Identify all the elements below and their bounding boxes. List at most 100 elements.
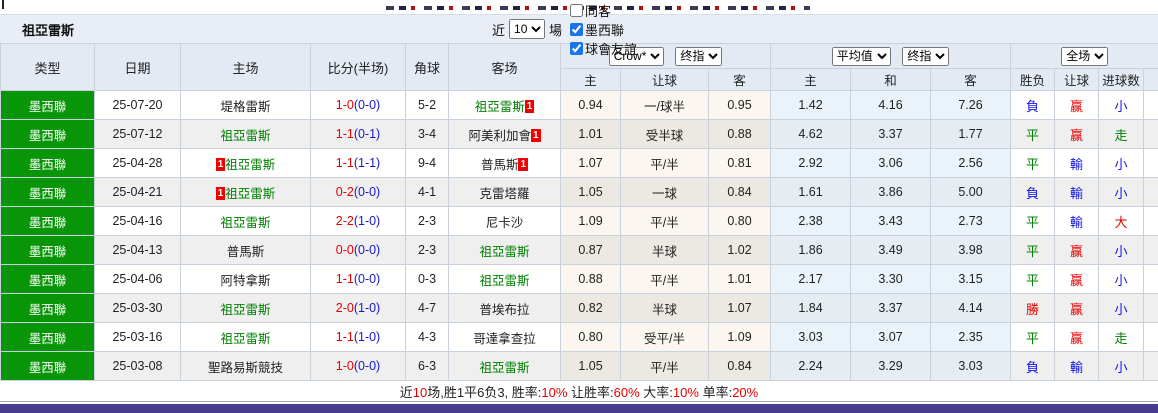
match-date: 25-04-13 [94,235,181,265]
league-badge[interactable]: 墨西聯 [0,322,95,352]
home-team[interactable]: 祖亞雷斯 [180,206,311,236]
result-goals: 小 [1098,90,1145,120]
handicap-away-odds: 0.81 [708,148,771,178]
score-cell: 1-1(1-0) [310,322,406,352]
home-team[interactable]: 堤格雷斯 [180,90,311,120]
recent-count-select[interactable]: 10 [509,19,546,39]
result-goals: 小 [1098,235,1145,265]
home-team[interactable]: 聖路易斯競技 [180,351,311,381]
handicap-home-odds: 0.82 [560,293,621,323]
home-team[interactable]: 祖亞雷斯 [180,119,311,149]
final-odds-select[interactable]: 终指 [675,46,723,66]
result-handicap: 赢 [1054,235,1100,265]
fulltime-score: 1-1 [335,156,354,170]
halftime-score: (1-1) [353,156,381,170]
away-team[interactable]: 克雷塔羅 [448,177,561,207]
filter-checkbox-label-0[interactable]: 同客 [562,1,637,20]
fulltime-score: 1-1 [335,330,354,344]
avg-draw-odds: 3.07 [850,322,931,352]
footer-stat-segment: 场,胜1平6负3, 胜率: [427,384,542,400]
halftime-score: (1-0) [353,330,381,344]
team-header-bar: 祖亞雷斯 近 10 場 同客 墨西聯 球會友誼 [0,3,1158,57]
result-wdl: 平 [1010,206,1056,236]
result-goals: 小 [1098,351,1145,381]
cut-column [1143,293,1158,323]
score-cell: 2-2(1-0) [310,206,406,236]
footer-stat-segment: 让胜率: [567,384,614,400]
footer-stat-segment: 单率: [698,384,733,400]
away-team[interactable]: 阿美利加會 1 [448,119,561,149]
match-date: 25-04-06 [94,264,181,294]
result-wdl: 勝 [1010,293,1056,323]
avg-draw-odds: 3.37 [850,293,931,323]
col-header-score: 比分(半场) [310,43,406,91]
league-badge[interactable]: 墨西聯 [0,177,95,207]
handicap-line: 一球 [620,177,709,207]
final-odds-select-2[interactable]: 终指 [902,46,950,66]
filter-checkbox-label-2[interactable]: 球會友誼 [562,39,637,58]
league-badge[interactable]: 墨西聯 [0,293,95,323]
home-team[interactable]: 1 祖亞雷斯 [180,177,311,207]
league-badge[interactable]: 墨西聯 [0,351,95,381]
halftime-score: (0-0) [353,185,381,199]
match-row: 墨西聯 25-03-30 祖亞雷斯 2-0(1-0) 4-7 普埃布拉 0.82 半球 1.07… [0,293,1158,323]
result-goals: 小 [1098,177,1145,207]
avg-home-odds: 2.38 [770,206,851,236]
cut-column [1143,119,1158,149]
league-badge[interactable]: 墨西聯 [0,90,95,120]
match-date: 25-07-20 [94,90,181,120]
home-team[interactable]: 普馬斯 [180,235,311,265]
home-team[interactable]: 1 祖亞雷斯 [180,148,311,178]
league-badge[interactable]: 墨西聯 [0,119,95,149]
away-team[interactable]: 尼卡沙 [448,206,561,236]
home-team[interactable]: 祖亞雷斯 [180,293,311,323]
result-goals: 小 [1098,293,1145,323]
footer-stat-segment: 大率: [639,384,673,400]
home-team[interactable]: 祖亞雷斯 [180,322,311,352]
avg-home-odds: 1.42 [770,90,851,120]
away-team[interactable]: 哥達拿查拉 [448,322,561,352]
filter-checkbox-1[interactable] [570,22,584,36]
result-goals: 走 [1098,119,1145,149]
filter-checkbox-0[interactable] [570,3,584,17]
fulltime-select-cell: 全场 [1010,43,1158,69]
cut-column [1143,90,1158,120]
away-team[interactable]: 祖亞雷斯 [448,235,561,265]
result-wdl: 負 [1010,351,1056,381]
avg-draw-odds: 4.16 [850,90,931,120]
avg-draw-odds: 3.37 [850,119,931,149]
handicap-line: 平/半 [620,351,709,381]
score-cell: 1-0(0-0) [310,351,406,381]
rank-badge: 1 [530,128,541,142]
result-handicap: 輸 [1054,351,1100,381]
league-badge[interactable]: 墨西聯 [0,206,95,236]
away-team[interactable]: 普馬斯 1 [448,148,561,178]
handicap-home-odds: 0.88 [560,264,621,294]
home-team[interactable]: 阿特拿斯 [180,264,311,294]
rank-badge: 1 [524,99,535,113]
avg-home-odds: 1.61 [770,177,851,207]
away-team[interactable]: 祖亞雷斯 1 [448,90,561,120]
away-team[interactable]: 祖亞雷斯 [448,351,561,381]
league-badge[interactable]: 墨西聯 [0,148,95,178]
away-team[interactable]: 普埃布拉 [448,293,561,323]
result-wdl: 負 [1010,177,1056,207]
handicap-home-odds: 0.80 [560,322,621,352]
sub-header-result-handicap: 让球 [1054,68,1100,91]
filter-checkbox-label-1[interactable]: 墨西聯 [562,20,637,39]
away-team[interactable]: 祖亞雷斯 [448,264,561,294]
corner-score: 0-3 [405,264,449,294]
average-odds-select[interactable]: 平均值 [831,46,891,66]
filter-checkboxes: 同客 墨西聯 球會友誼 [562,1,639,58]
filter-checkbox-2[interactable] [570,41,584,55]
match-row: 墨西聯 25-04-21 1 祖亞雷斯 0-2(0-0) 4-1 克雷塔羅 1.05 一球 0.8… [0,177,1158,207]
col-header-type: 类型 [0,43,95,91]
score-cell: 0-2(0-0) [310,177,406,207]
fulltime-score: 1-1 [335,127,354,141]
fulltime-select[interactable]: 全场 [1061,46,1109,66]
handicap-away-odds: 0.95 [708,90,771,120]
result-handicap: 赢 [1054,90,1100,120]
league-badge[interactable]: 墨西聯 [0,235,95,265]
league-badge[interactable]: 墨西聯 [0,264,95,294]
cut-column [1143,177,1158,207]
